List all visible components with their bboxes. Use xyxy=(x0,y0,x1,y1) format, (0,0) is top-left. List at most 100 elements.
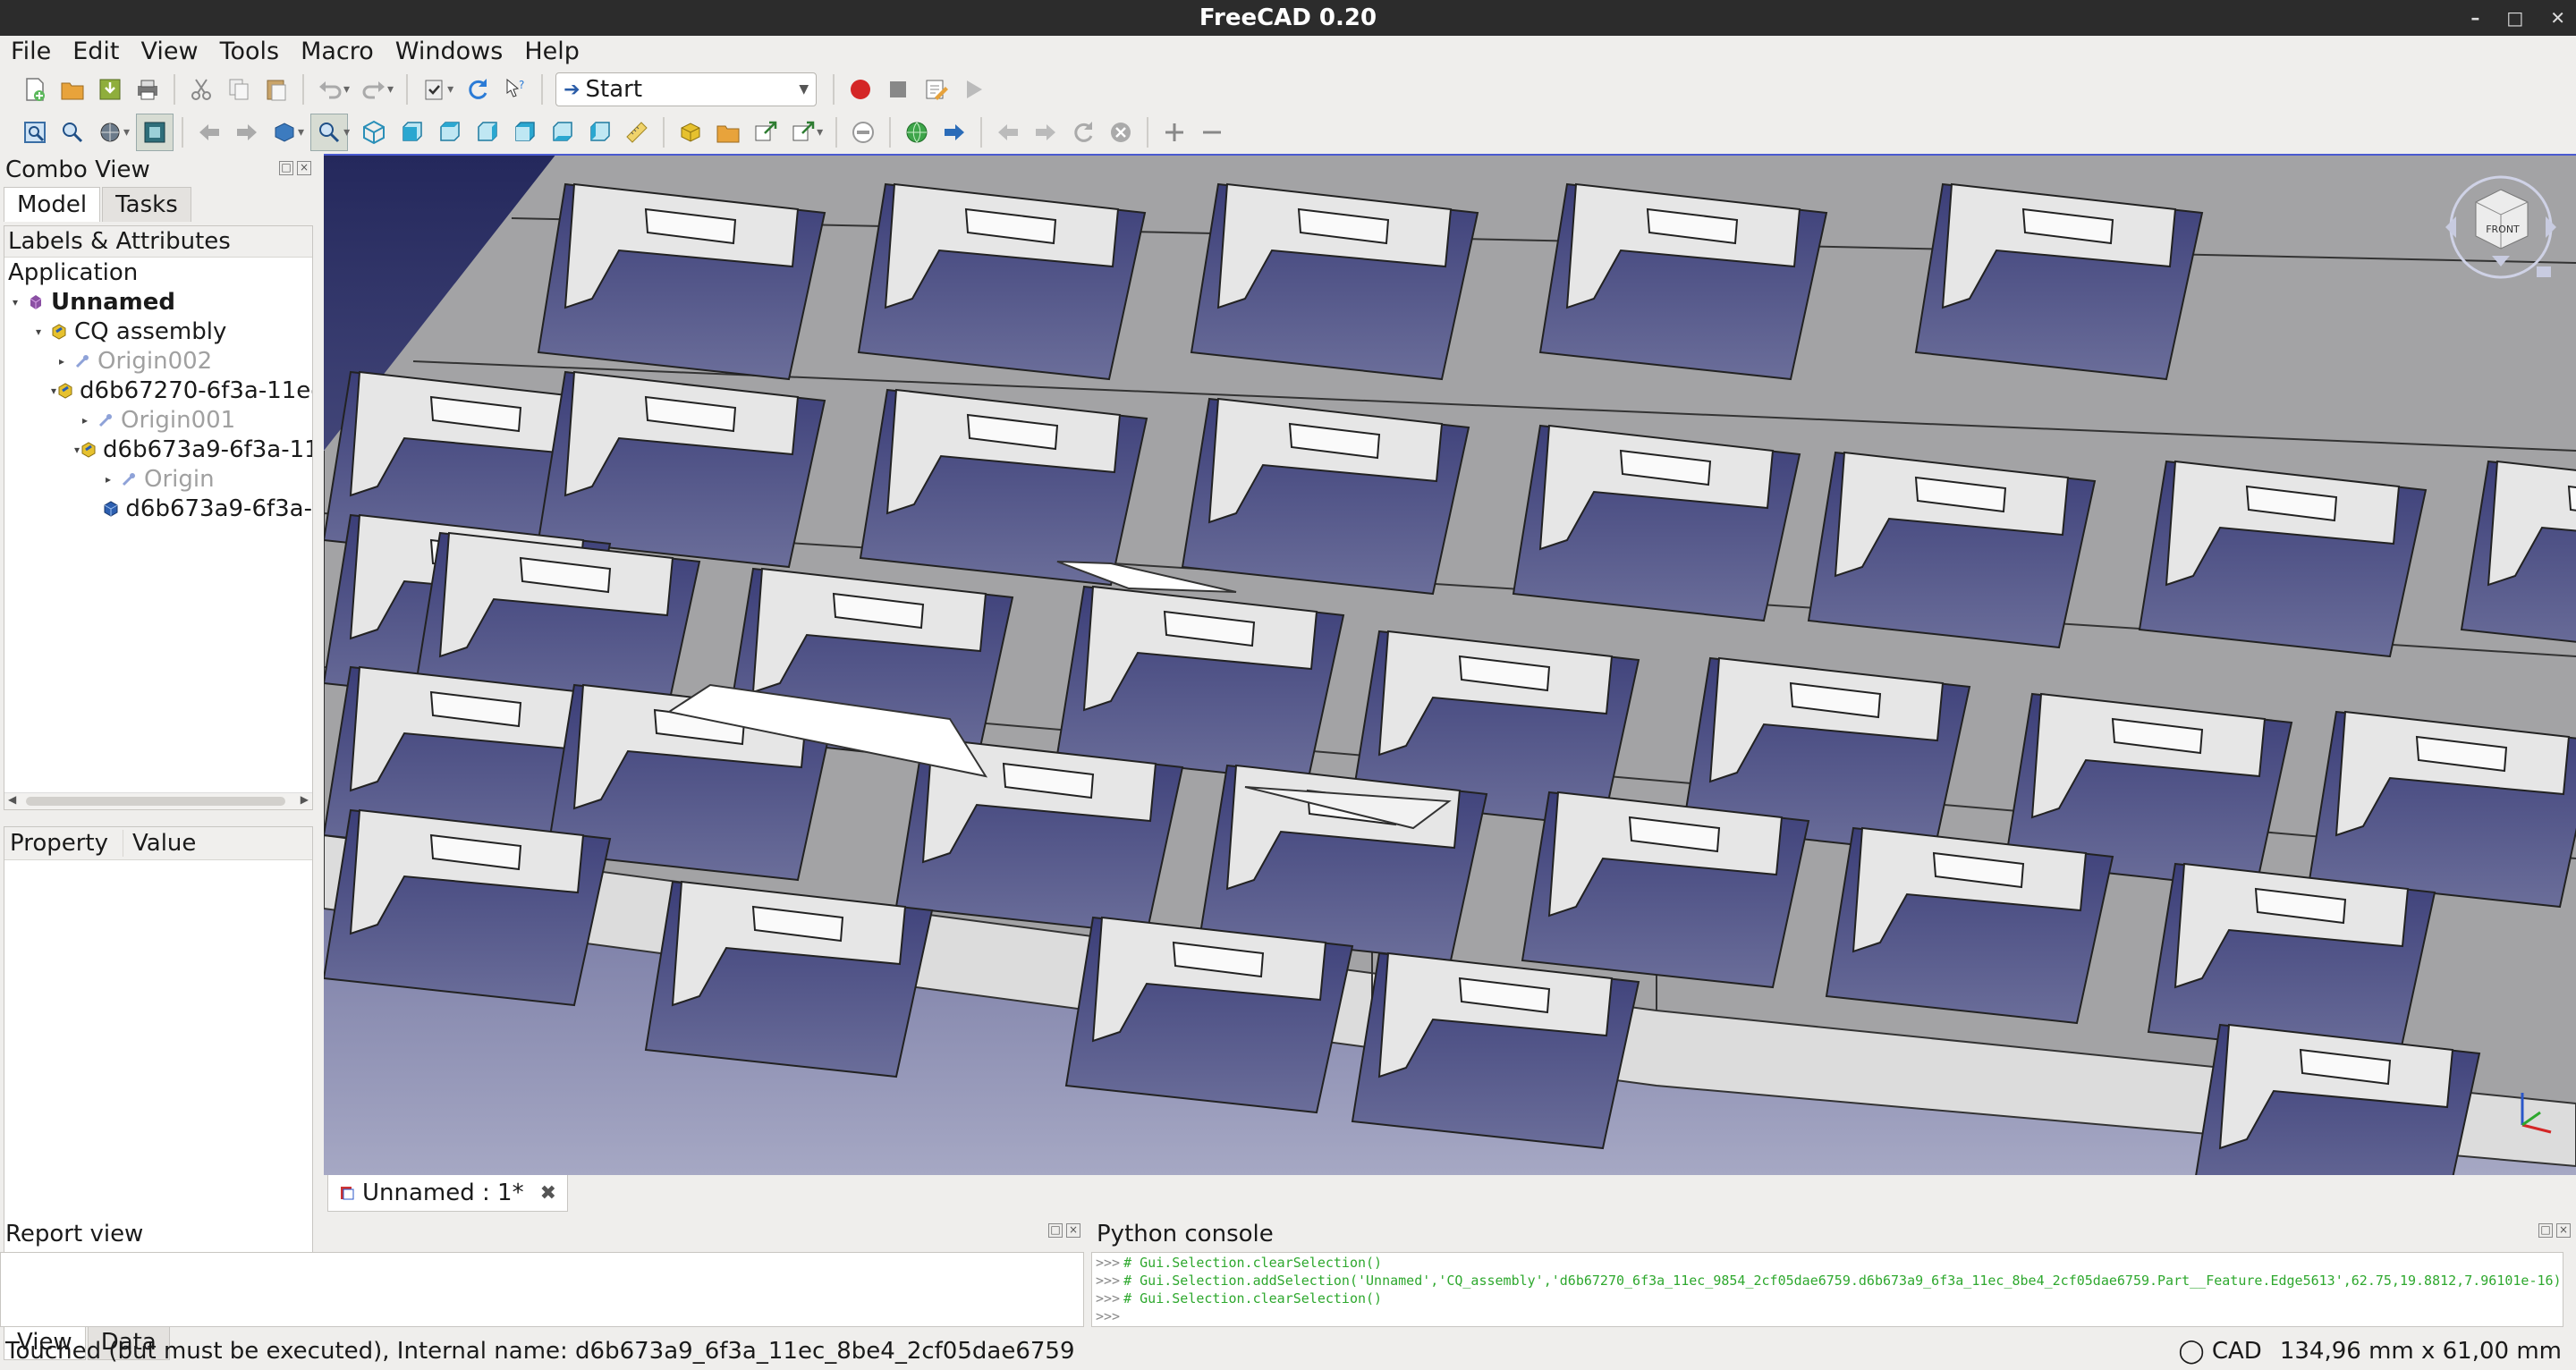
save-button[interactable] xyxy=(92,72,128,107)
create-part-button[interactable] xyxy=(673,114,708,150)
expanded-arrow-icon[interactable]: ▾ xyxy=(28,326,49,338)
tree-item-origin[interactable]: ▸ Origin002 xyxy=(4,346,312,376)
collapsed-arrow-icon[interactable]: ▸ xyxy=(74,414,96,427)
web-next-button[interactable] xyxy=(1028,114,1063,150)
tree-item-part[interactable]: ▾ d6b673a9-6f3a-11 xyxy=(4,435,312,464)
menu-help[interactable]: Help xyxy=(513,38,590,65)
globe-icon xyxy=(906,122,928,143)
macro-stop-button[interactable] xyxy=(880,72,916,107)
scroll-right-icon[interactable]: ▶ xyxy=(301,793,309,806)
tree-item-application[interactable]: Application xyxy=(4,258,312,287)
view-left-button[interactable] xyxy=(581,114,617,150)
menu-windows[interactable]: Windows xyxy=(385,38,514,65)
tree-item-part[interactable]: ▾ d6b67270-6f3a-11ec xyxy=(4,376,312,405)
close-icon[interactable]: × xyxy=(1066,1223,1080,1238)
redo-icon xyxy=(362,81,386,99)
3d-viewport[interactable]: FRONT xyxy=(324,154,2576,1175)
bounding-box-button[interactable] xyxy=(136,114,174,151)
refresh-check-button[interactable] xyxy=(416,72,452,107)
menu-view[interactable]: View xyxy=(130,38,208,65)
recompute-button[interactable] xyxy=(460,72,496,107)
start-page-button[interactable] xyxy=(899,114,935,150)
console-line-text: # Gui.Selection.clearSelection() xyxy=(1123,1255,1383,1271)
web-back-button[interactable] xyxy=(990,114,1026,150)
python-console-body[interactable]: >>> # Gui.Selection.clearSelection() >>> #… xyxy=(1091,1252,2563,1327)
navcube-face-label: FRONT xyxy=(2486,224,2520,235)
python-console-title: Python console □ × xyxy=(1091,1216,2576,1252)
tree-item-label: Origin001 xyxy=(121,406,236,434)
tree-horizontal-scrollbar[interactable]: ◀ ▶ xyxy=(4,792,312,809)
tab-model[interactable]: Model xyxy=(4,187,101,222)
menu-tools[interactable]: Tools xyxy=(209,38,291,65)
workbench-selector[interactable]: ➔ Start ▼ xyxy=(555,72,818,106)
copy-button[interactable] xyxy=(221,72,257,107)
navigation-style[interactable]: ◯ CAD xyxy=(2178,1338,2261,1365)
measure-button[interactable] xyxy=(619,114,655,150)
expanded-arrow-icon[interactable]: ▾ xyxy=(4,296,26,309)
view-right-button[interactable] xyxy=(469,114,504,150)
float-icon[interactable]: □ xyxy=(2538,1223,2553,1238)
paste-button[interactable] xyxy=(258,72,294,107)
close-icon[interactable]: × xyxy=(2556,1223,2571,1238)
macro-edit-button[interactable] xyxy=(918,72,953,107)
close-tab-icon[interactable]: ✖ xyxy=(540,1182,556,1205)
zoom-out-button[interactable] xyxy=(1194,114,1230,150)
tree-item-origin[interactable]: ▸ Origin xyxy=(4,464,312,494)
sync-view-button[interactable] xyxy=(267,114,302,150)
new-document-button[interactable] xyxy=(17,72,53,107)
undo-button[interactable] xyxy=(312,72,348,107)
menu-file[interactable]: File xyxy=(0,38,62,65)
web-stop-button[interactable] xyxy=(1103,114,1139,150)
python-console-panel: Python console □ × >>> # Gui.Selection.cle… xyxy=(1091,1216,2576,1327)
create-link-button[interactable] xyxy=(748,114,784,150)
view-front-button[interactable] xyxy=(394,114,429,150)
close-icon[interactable]: × xyxy=(297,161,311,175)
document-tab[interactable]: Unnamed : 1* ✖ xyxy=(327,1175,569,1212)
float-icon[interactable]: □ xyxy=(279,161,293,175)
draw-style-button[interactable] xyxy=(92,114,128,150)
web-forward-button[interactable] xyxy=(936,114,972,150)
fit-all-button[interactable] xyxy=(17,114,53,150)
create-group-button[interactable] xyxy=(710,114,746,150)
cut-button[interactable] xyxy=(183,72,219,107)
print-button[interactable] xyxy=(130,72,165,107)
view-rear-button[interactable] xyxy=(506,114,542,150)
keyboard-plate-model[interactable] xyxy=(324,156,2576,1175)
view-isometric-button[interactable] xyxy=(356,114,392,150)
report-view-body[interactable] xyxy=(0,1252,1084,1327)
view-top-button[interactable] xyxy=(431,114,467,150)
menu-macro[interactable]: Macro xyxy=(290,38,385,65)
tree-item-assembly[interactable]: ▾ CQ assembly xyxy=(4,317,312,346)
scroll-left-icon[interactable]: ◀ xyxy=(8,793,16,806)
maximize-icon[interactable]: □ xyxy=(2506,7,2523,29)
minimize-icon[interactable]: – xyxy=(2470,7,2479,29)
tree-item-document[interactable]: ▾ Unnamed xyxy=(4,287,312,317)
macro-execute-button[interactable] xyxy=(955,72,991,107)
zoom-in-button[interactable] xyxy=(1157,114,1192,150)
console-line-text: # Gui.Selection.clearSelection() xyxy=(1123,1290,1383,1307)
zoom-button[interactable] xyxy=(310,114,349,151)
model-tree[interactable]: Labels & Attributes Application ▾ Unname… xyxy=(4,225,313,810)
macro-record-button[interactable] xyxy=(843,72,878,107)
fit-selection-button[interactable] xyxy=(55,114,90,150)
stop-navigation-button[interactable] xyxy=(845,114,881,150)
view-bottom-button[interactable] xyxy=(544,114,580,150)
float-icon[interactable]: □ xyxy=(1048,1223,1063,1238)
scroll-thumb[interactable] xyxy=(26,797,285,806)
tab-tasks[interactable]: Tasks xyxy=(102,187,191,222)
collapsed-arrow-icon[interactable]: ▸ xyxy=(51,355,72,368)
tree-item-feature[interactable]: d6b673a9-6f3a- xyxy=(4,494,312,523)
redo-button[interactable] xyxy=(356,72,392,107)
forward-button[interactable] xyxy=(229,114,265,150)
menu-edit[interactable]: Edit xyxy=(62,38,130,65)
tree-item-label: Unnamed xyxy=(51,288,176,316)
tree-item-origin[interactable]: ▸ Origin001 xyxy=(4,405,312,435)
open-button[interactable] xyxy=(55,72,90,107)
back-button[interactable] xyxy=(191,114,227,150)
link-actions-button[interactable] xyxy=(785,114,821,150)
whats-this-button[interactable]: ? xyxy=(497,72,533,107)
collapsed-arrow-icon[interactable]: ▸ xyxy=(97,473,119,486)
web-refresh-button[interactable] xyxy=(1065,114,1101,150)
close-icon[interactable]: ✕ xyxy=(2550,7,2565,29)
navigation-cube[interactable]: FRONT xyxy=(2438,163,2563,297)
